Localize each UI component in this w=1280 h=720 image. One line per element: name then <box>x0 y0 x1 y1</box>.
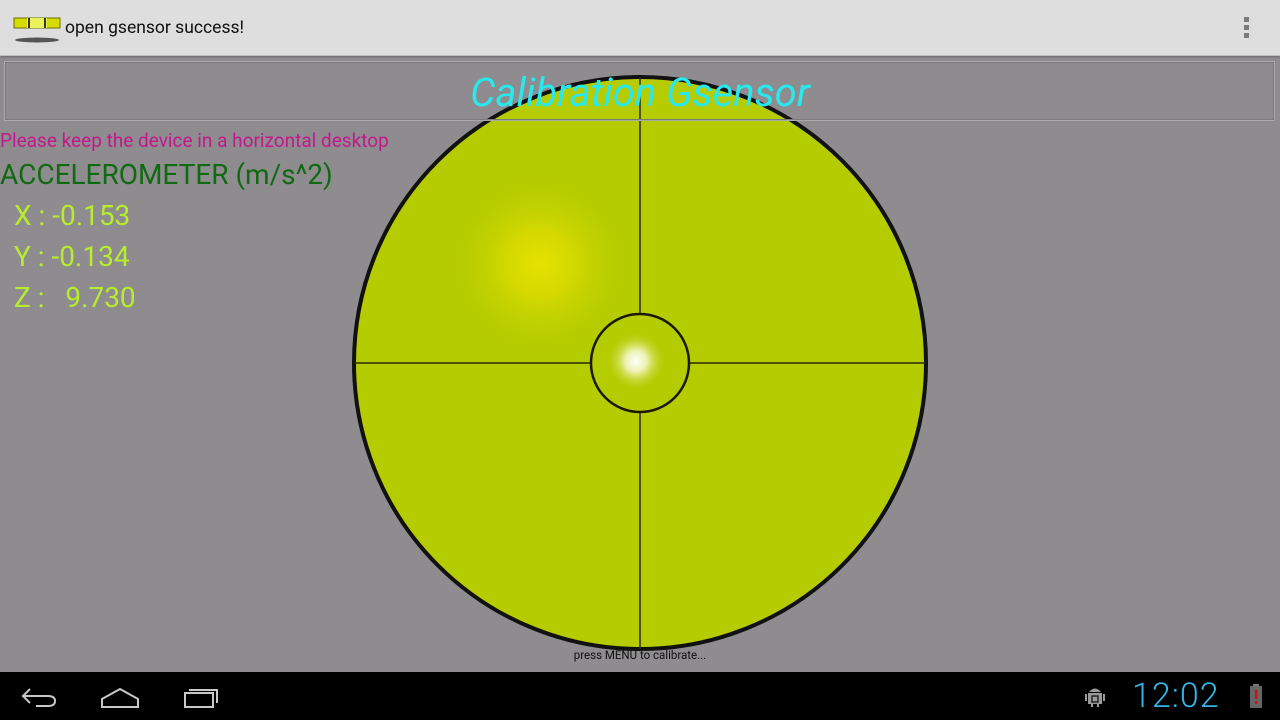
app-title: open gsensor success! <box>65 18 245 38</box>
app-level-icon <box>12 14 62 44</box>
instruction-text: Please keep the device in a horizontal d… <box>0 129 389 152</box>
calibrate-hint: press MENU to calibrate... <box>573 648 707 662</box>
recent-apps-icon[interactable] <box>170 680 230 714</box>
back-icon[interactable] <box>10 680 70 714</box>
center-glow <box>606 331 666 391</box>
battery-low-icon <box>1250 684 1262 712</box>
home-icon[interactable] <box>90 680 150 714</box>
sensor-label: ACCELEROMETER (m/s^2) <box>0 158 333 191</box>
x-reading: X : -0.153 <box>14 199 131 232</box>
overflow-menu-icon[interactable] <box>1232 12 1262 44</box>
bubble <box>445 169 635 359</box>
clock: 12:02 <box>1132 676 1220 716</box>
app-screen: open gsensor success! Calibration Gsenso… <box>0 0 1280 720</box>
z-reading: Z : 9.730 <box>14 281 136 314</box>
navigation-bar: 12:02 <box>0 672 1280 720</box>
usb-debugging-icon <box>1084 684 1106 712</box>
calibration-content: Calibration Gsensor Please keep the devi… <box>0 56 1280 672</box>
page-title: Calibration Gsensor <box>470 69 810 116</box>
action-bar: open gsensor success! <box>0 0 1280 56</box>
y-reading: Y : -0.134 <box>14 240 130 273</box>
